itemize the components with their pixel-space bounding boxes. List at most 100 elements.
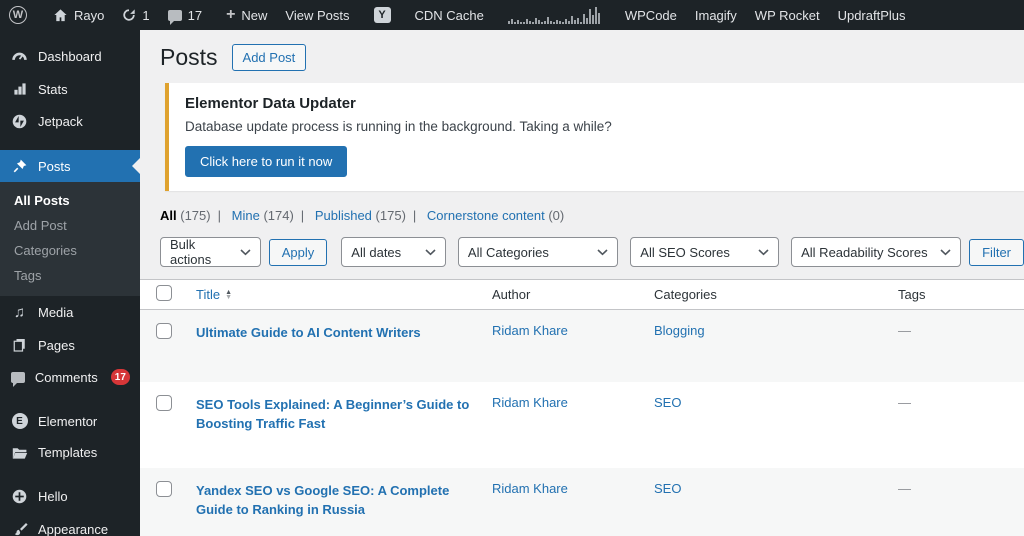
sort-by-title-header[interactable]: Title ▲ ▼ — [196, 287, 232, 302]
chevron-down-icon — [940, 248, 951, 255]
new-content-link[interactable]: + New — [217, 0, 276, 30]
sidebar-item-templates[interactable]: Templates — [0, 437, 140, 468]
post-category-link[interactable]: Blogging — [654, 323, 705, 338]
yoast-seo-link[interactable]: Y — [365, 0, 400, 30]
sidebar-item-hello[interactable]: Hello — [0, 480, 140, 513]
page-title: Posts — [160, 44, 218, 70]
home-icon — [54, 8, 67, 21]
wp-rocket-link[interactable]: WP Rocket — [746, 0, 829, 30]
seo-scores-filter-select[interactable]: All SEO Scores — [630, 237, 780, 267]
comments-icon — [10, 371, 26, 387]
categories-column-header: Categories — [646, 279, 890, 310]
stats-sparkline-icon — [507, 7, 600, 24]
sidebar-item-posts[interactable]: Posts — [0, 150, 140, 182]
imagify-link[interactable]: Imagify — [686, 0, 746, 30]
sidebar-label: Posts — [38, 158, 71, 174]
filter-button[interactable]: Filter — [969, 238, 1024, 266]
table-toolbar: Bulk actions Apply All dates All Categor… — [160, 237, 1024, 267]
wordpress-admin-screen: W Rayo 1 17 + New View Posts Y CDN Cache — [0, 0, 1024, 536]
updates-count: 1 — [142, 7, 150, 23]
post-category-link[interactable]: SEO — [654, 481, 681, 496]
view-published-link[interactable]: Published (175) — [315, 208, 406, 223]
post-title-link[interactable]: Yandex SEO vs Google SEO: A Complete Gui… — [196, 481, 476, 520]
sort-arrows-icon: ▲ ▼ — [225, 288, 233, 301]
updates-icon — [123, 9, 136, 21]
stats-icon — [10, 81, 29, 97]
sidebar-item-pages[interactable]: Pages — [0, 329, 140, 361]
sidebar-label: Comments — [34, 369, 98, 385]
sidebar-label: Hello — [38, 489, 68, 504]
table-row: Ultimate Guide to AI Content Writers Rid… — [140, 309, 1024, 382]
add-post-button[interactable]: Add Post — [231, 44, 307, 71]
chevron-down-icon — [597, 248, 608, 255]
post-author-link[interactable]: Ridam Khare — [492, 323, 568, 338]
row-checkbox[interactable] — [156, 394, 172, 411]
run-update-button[interactable]: Click here to run it now — [185, 146, 348, 177]
table-row: Yandex SEO vs Google SEO: A Complete Gui… — [140, 467, 1024, 536]
table-header-row: Title ▲ ▼ Author Categories Tags — [140, 279, 1024, 310]
plus-circle-icon — [10, 488, 29, 505]
submenu-categories[interactable]: Categories — [0, 238, 140, 263]
new-content-label: New — [241, 7, 268, 23]
comments-count-badge: 17 — [110, 369, 130, 385]
sidebar-label: Stats — [38, 81, 68, 97]
dates-filter-select[interactable]: All dates — [341, 237, 446, 267]
pages-icon — [10, 337, 29, 353]
select-all-checkbox[interactable] — [156, 285, 172, 301]
post-title-link[interactable]: SEO Tools Explained: A Beginner’s Guide … — [196, 395, 476, 434]
stats-sparkline-link[interactable] — [499, 0, 610, 30]
sidebar-item-comments[interactable]: Comments 17 — [0, 361, 140, 393]
admin-sidebar: Dashboard Stats Jetpack Posts All Posts … — [0, 30, 140, 536]
bulk-actions-select[interactable]: Bulk actions — [160, 237, 261, 267]
pushpin-icon — [10, 158, 29, 174]
submenu-tags[interactable]: Tags — [0, 263, 140, 288]
wpcode-link[interactable]: WPCode — [616, 0, 686, 30]
sidebar-item-elementor[interactable]: E Elementor — [0, 405, 140, 437]
post-views-filter: All (175) Mine (174) Published (175) Cor… — [160, 208, 1024, 223]
row-checkbox[interactable] — [156, 480, 172, 497]
chevron-down-icon — [425, 248, 436, 255]
elementor-data-updater-notice: Elementor Data Updater Database update p… — [165, 83, 1024, 191]
yoast-seo-icon: Y — [373, 7, 391, 23]
view-cornerstone-link[interactable]: Cornerstone content (0) — [427, 208, 564, 223]
topbar-comments-link[interactable]: 17 — [159, 0, 211, 30]
view-mine-link[interactable]: Mine (174) — [232, 208, 294, 223]
cdn-cache-link[interactable]: CDN Cache — [406, 0, 493, 30]
sidebar-item-media[interactable]: ♫ Media — [0, 296, 140, 329]
wordpress-logo[interactable]: W — [0, 0, 36, 30]
tags-column-header: Tags — [890, 279, 1024, 310]
updates-link[interactable]: 1 — [113, 0, 158, 30]
topbar-comments-count: 17 — [187, 7, 203, 23]
table-row: SEO Tools Explained: A Beginner’s Guide … — [140, 382, 1024, 468]
dashboard-icon — [10, 48, 29, 65]
sidebar-label: Pages — [38, 337, 75, 353]
tags-empty-value: — — [898, 394, 911, 410]
comments-bubble-icon — [167, 9, 182, 25]
row-checkbox[interactable] — [156, 323, 172, 339]
sidebar-item-stats[interactable]: Stats — [0, 73, 140, 105]
site-name-link[interactable]: Rayo — [44, 0, 113, 30]
tags-empty-value: — — [898, 323, 911, 338]
post-title-link[interactable]: Ultimate Guide to AI Content Writers — [196, 323, 421, 343]
jetpack-icon — [10, 113, 29, 130]
submenu-all-posts[interactable]: All Posts — [0, 188, 140, 213]
updraftplus-link[interactable]: UpdraftPlus — [829, 0, 915, 30]
categories-filter-select[interactable]: All Categories — [457, 237, 619, 267]
submenu-add-post[interactable]: Add Post — [0, 213, 140, 238]
site-name: Rayo — [74, 7, 105, 23]
view-all-link[interactable]: All (175) — [160, 208, 211, 223]
post-author-link[interactable]: Ridam Khare — [492, 395, 568, 410]
post-category-link[interactable]: SEO — [654, 395, 681, 410]
view-posts-link[interactable]: View Posts — [276, 0, 358, 30]
elementor-icon: E — [10, 413, 29, 429]
readability-scores-filter-select[interactable]: All Readability Scores — [791, 237, 962, 267]
sidebar-label: Appearance — [38, 521, 109, 536]
sidebar-item-dashboard[interactable]: Dashboard — [0, 40, 140, 73]
wordpress-logo-icon: W — [9, 6, 27, 24]
notice-message: Database update process is running in th… — [185, 119, 612, 134]
sidebar-item-jetpack[interactable]: Jetpack — [0, 105, 140, 138]
sidebar-label: Dashboard — [38, 49, 102, 64]
sidebar-item-appearance[interactable]: Appearance — [0, 513, 140, 536]
post-author-link[interactable]: Ridam Khare — [492, 481, 568, 496]
apply-button[interactable]: Apply — [268, 238, 328, 266]
